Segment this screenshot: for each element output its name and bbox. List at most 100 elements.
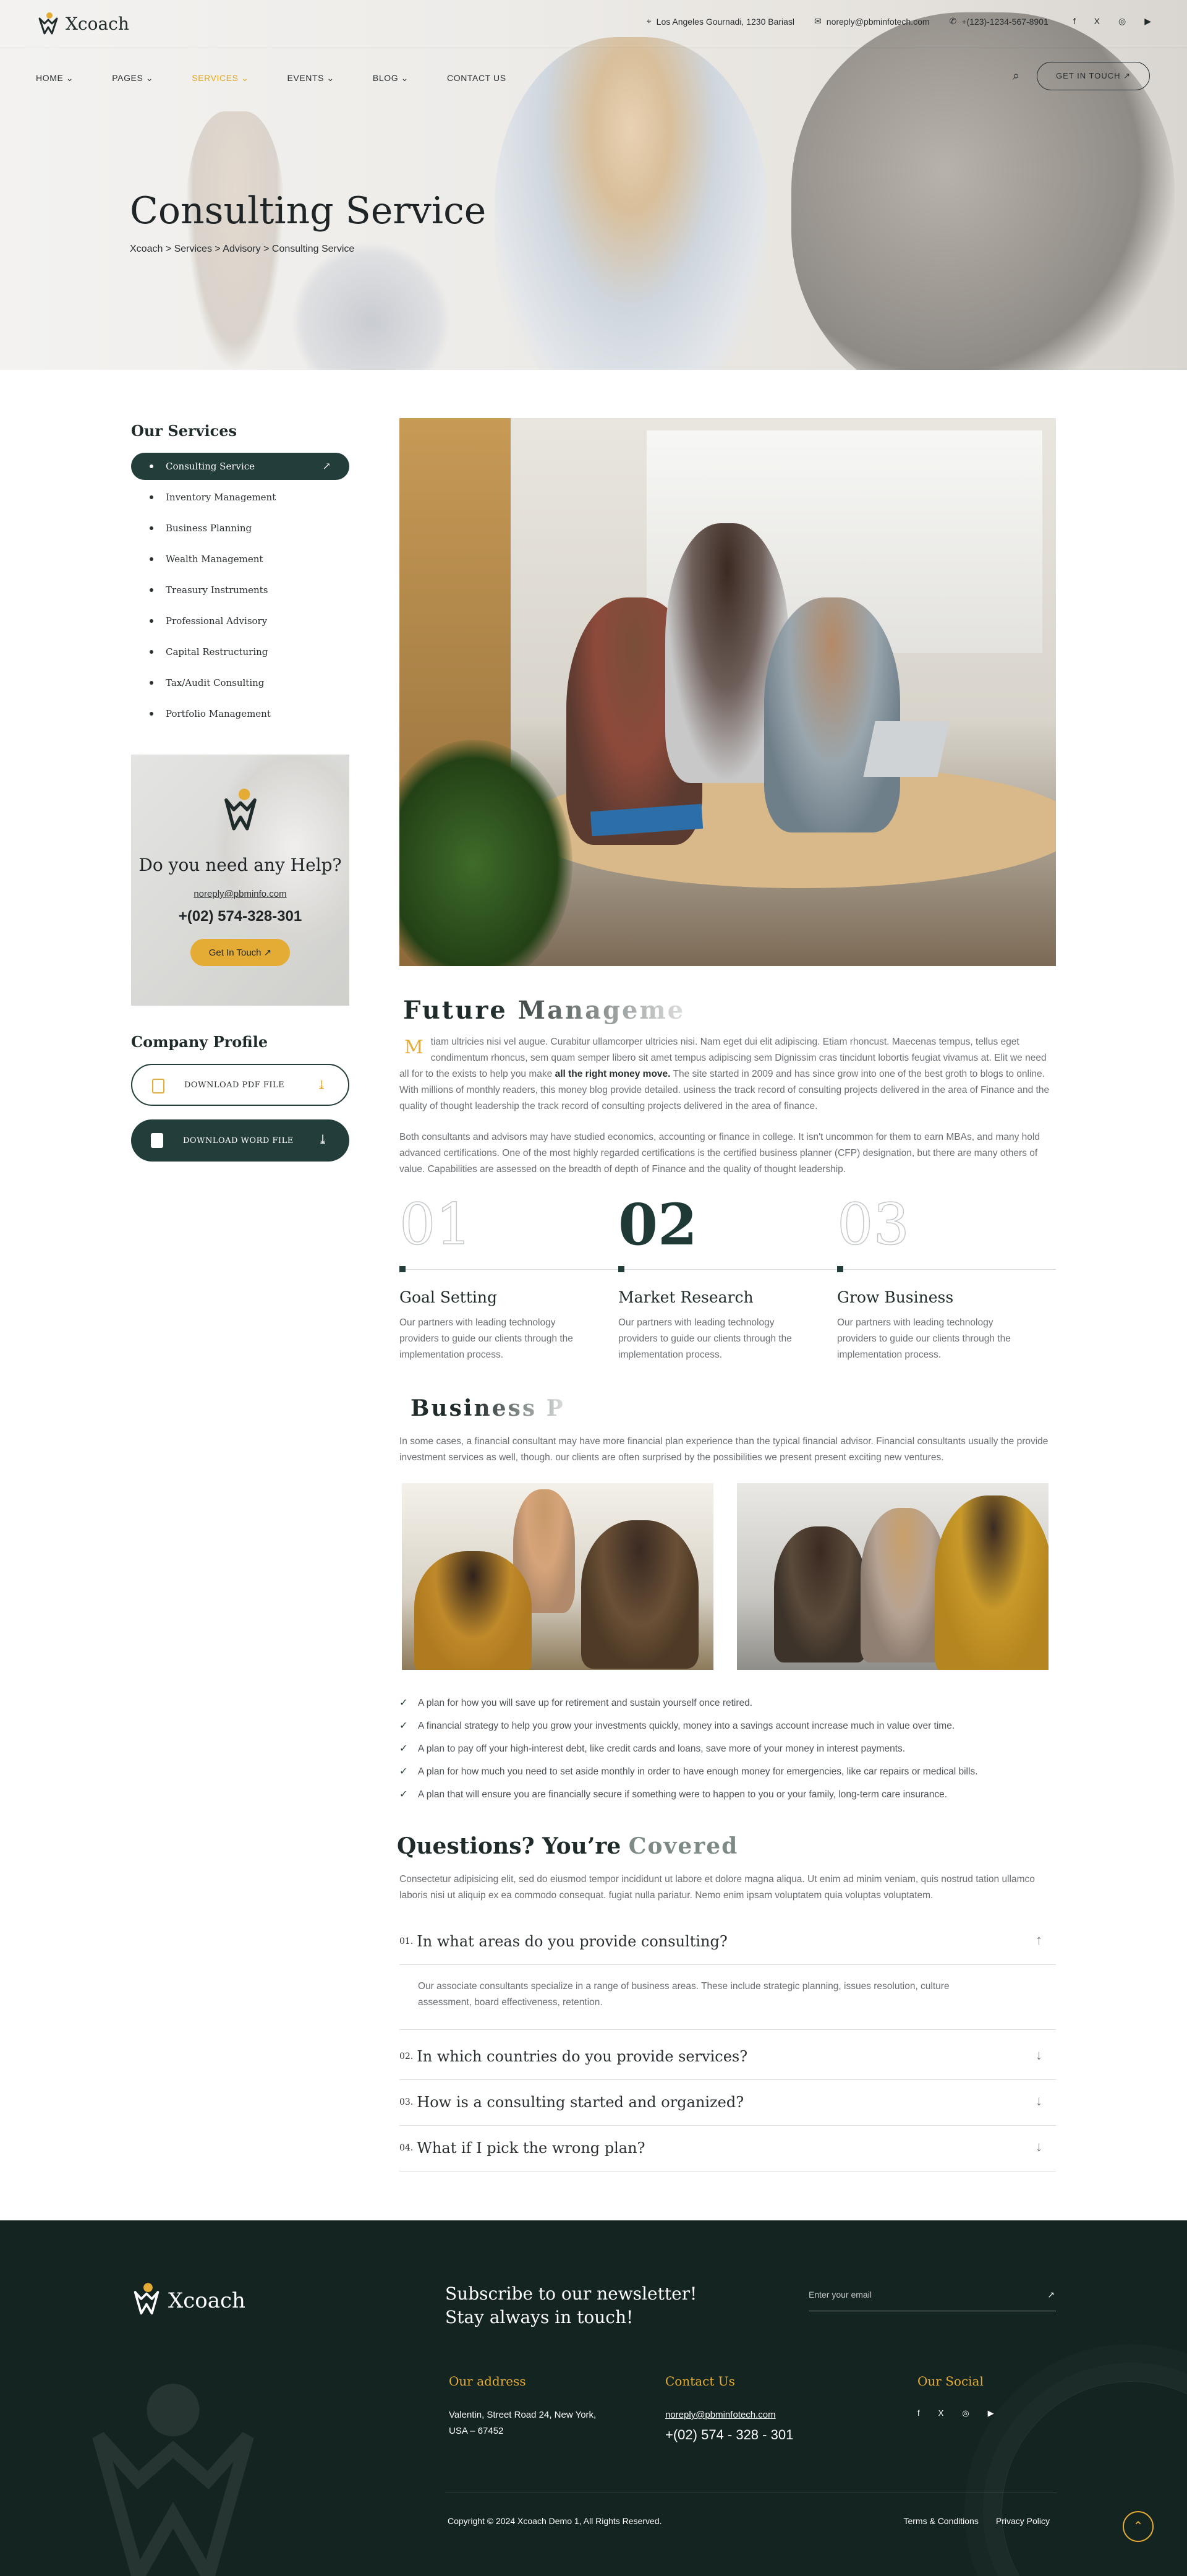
nav-home[interactable]: HOME ⌄ <box>36 73 74 83</box>
instagram-icon[interactable]: ◎ <box>1118 16 1126 27</box>
service-portfolio[interactable]: Portfolio Management <box>131 700 349 727</box>
help-phone[interactable]: +(02) 574-328-301 <box>131 908 349 925</box>
nav-blog[interactable]: BLOG ⌄ <box>373 73 409 83</box>
faq-item-2[interactable]: 02. In which countries do you provide ser… <box>399 2034 1056 2080</box>
bullet-icon <box>150 495 153 499</box>
hero-photo-woman <box>495 37 767 370</box>
faq-question[interactable]: 04. What if I pick the wrong plan? <box>399 2125 1056 2171</box>
submit-arrow-icon[interactable]: ↗ <box>1047 2290 1055 2300</box>
get-in-touch-button[interactable]: GET IN TOUCH ↗ <box>1037 62 1150 90</box>
woman-mustard <box>414 1551 532 1670</box>
download-pdf-button[interactable]: DOWNLOAD PDF FILE ⤓ <box>131 1064 349 1106</box>
service-inventory[interactable]: Inventory Management <box>131 484 349 511</box>
step-text: Our partners with leading technology pro… <box>837 1317 1011 1360</box>
facebook-icon[interactable]: f <box>917 2408 920 2418</box>
laptop-team-image <box>737 1483 1049 1670</box>
scroll-to-top-icon[interactable]: ⌃ <box>1123 2511 1154 2542</box>
step-number: 03 <box>836 1191 910 1257</box>
checklist-item: ✓ A plan for how you will save up for ret… <box>399 1698 752 1709</box>
faq-question[interactable]: 02. In which countries do you provide ser… <box>399 2034 1056 2079</box>
privacy-link[interactable]: Privacy Policy <box>996 2516 1050 2526</box>
help-logo-icon <box>221 787 260 836</box>
woman-middle <box>861 1508 947 1662</box>
footer-phone[interactable]: +(02) 574 - 328 - 301 <box>665 2427 793 2443</box>
service-label: Treasury Instruments <box>166 584 268 596</box>
facebook-icon[interactable]: f <box>1073 16 1076 27</box>
footer-links: Terms & Conditions Privacy Policy <box>903 2516 1050 2526</box>
x-twitter-icon[interactable]: X <box>1094 16 1100 27</box>
faq-number: 01. <box>399 1936 414 1946</box>
faq-title: Questions? You’re Covered <box>397 1833 738 1859</box>
download-icon: ⤓ <box>317 1132 328 1147</box>
logo-icon <box>36 11 61 36</box>
checklist-item: ✓ A plan that will ensure you are financi… <box>399 1789 947 1800</box>
faq-question[interactable]: 03. How is a consulting started and organ… <box>399 2079 1056 2125</box>
service-label: Consulting Service <box>166 461 255 472</box>
newsletter-email-input[interactable]: Enter your email ↗ <box>809 2290 1056 2311</box>
footer-social: Our Social f X ◎ ▶ <box>917 2374 994 2418</box>
service-main-image <box>399 418 1056 966</box>
arrow-up-right-icon: ↗ <box>322 460 331 472</box>
nav-contact[interactable]: CONTACT US <box>447 73 506 83</box>
x-twitter-icon[interactable]: X <box>938 2408 944 2418</box>
breadcrumb: Xcoach > Services > Advisory > Consultin… <box>130 244 355 254</box>
service-consulting[interactable]: Consulting Service ↗ <box>131 453 349 480</box>
step-1: 01 Goal Setting Our partners with leadin… <box>399 1193 618 1363</box>
bullet-icon <box>150 464 153 468</box>
service-business-planning[interactable]: Business Planning <box>131 515 349 542</box>
logo-text: Xcoach <box>66 13 129 34</box>
arrow-down-icon[interactable]: ↓ <box>1036 2139 1042 2155</box>
location-icon: ⌖ <box>646 16 652 26</box>
intro-paragraph: Mtiam ultricies nisi vel augue. Curabitu… <box>399 1034 1056 1115</box>
service-treasury[interactable]: Treasury Instruments <box>131 576 349 604</box>
nav-pages[interactable]: PAGES ⌄ <box>112 73 153 83</box>
service-label: Portfolio Management <box>166 708 271 719</box>
arrow-down-icon[interactable]: ↓ <box>1036 2093 1042 2109</box>
footer-email-link[interactable]: noreply@pbminfotech.com <box>665 2407 793 2423</box>
bullet-icon <box>150 619 153 623</box>
copyright: Copyright © 2024 Xcoach Demo 1, All Righ… <box>448 2516 662 2526</box>
terms-link[interactable]: Terms & Conditions <box>903 2516 978 2526</box>
search-icon[interactable]: ⌕ <box>1013 69 1019 83</box>
service-label: Tax/Audit Consulting <box>166 677 265 688</box>
arrow-up-icon[interactable]: ↑ <box>1036 1932 1042 1948</box>
step-text: Our partners with leading technology pro… <box>618 1317 792 1360</box>
hero: Xcoach ⌖ Los Angeles Gournadi, 1230 Baria… <box>0 0 1187 370</box>
service-wealth[interactable]: Wealth Management <box>131 546 349 573</box>
arrow-down-icon[interactable]: ↓ <box>1036 2047 1042 2063</box>
certification-paragraph: Both consultants and advisors may have s… <box>399 1132 1040 1175</box>
mail-icon: ✉ <box>814 16 822 26</box>
phone-text: +(123)-1234-567-8901 <box>961 16 1049 27</box>
bullet-icon <box>150 650 153 654</box>
nav-events[interactable]: EVENTS ⌄ <box>287 73 334 83</box>
checklist-text: A financial strategy to help you grow yo… <box>418 1721 955 1731</box>
help-email[interactable]: noreply@pbminfo.com <box>131 889 349 899</box>
site-logo[interactable]: Xcoach <box>36 11 129 36</box>
faq-item-4[interactable]: 04. What if I pick the wrong plan? ↓ <box>399 2125 1056 2172</box>
service-advisory[interactable]: Professional Advisory <box>131 607 349 635</box>
faq-question[interactable]: 01. In what areas do you provide consulti… <box>399 1919 1056 1964</box>
youtube-icon[interactable]: ▶ <box>988 2408 994 2418</box>
download-word-button[interactable]: DOWNLOAD WORD FILE ⤓ <box>131 1119 349 1162</box>
service-tax[interactable]: Tax/Audit Consulting <box>131 669 349 696</box>
step-title: Grow Business <box>837 1288 954 1306</box>
faq-item-1[interactable]: 01. In what areas do you provide consulti… <box>399 1919 1056 2030</box>
youtube-icon[interactable]: ▶ <box>1144 16 1151 27</box>
faq-item-3[interactable]: 03. How is a consulting started and organ… <box>399 2079 1056 2126</box>
instagram-icon[interactable]: ◎ <box>962 2408 969 2418</box>
service-capital[interactable]: Capital Restructuring <box>131 638 349 665</box>
help-get-in-touch-button[interactable]: Get In Touch ↗ <box>190 939 291 966</box>
step-title: Market Research <box>618 1288 754 1306</box>
word-file-icon <box>151 1133 163 1148</box>
footer-watermark-icon <box>80 2375 266 2576</box>
step-2: 02 Market Research Our partners with lea… <box>618 1194 837 1363</box>
service-label: Wealth Management <box>166 554 263 565</box>
nav-services[interactable]: SERVICES ⌄ <box>192 73 249 83</box>
laptop <box>863 721 950 777</box>
woman-yellow <box>935 1496 1049 1670</box>
footer-logo[interactable]: Xcoach <box>131 2282 245 2319</box>
service-label: Professional Advisory <box>166 615 268 627</box>
email-link[interactable]: ✉ noreply@pbminfotech.com <box>814 16 929 27</box>
phone-link[interactable]: ✆ +(123)-1234-567-8901 <box>950 16 1049 27</box>
services-heading: Our Services <box>131 422 237 440</box>
